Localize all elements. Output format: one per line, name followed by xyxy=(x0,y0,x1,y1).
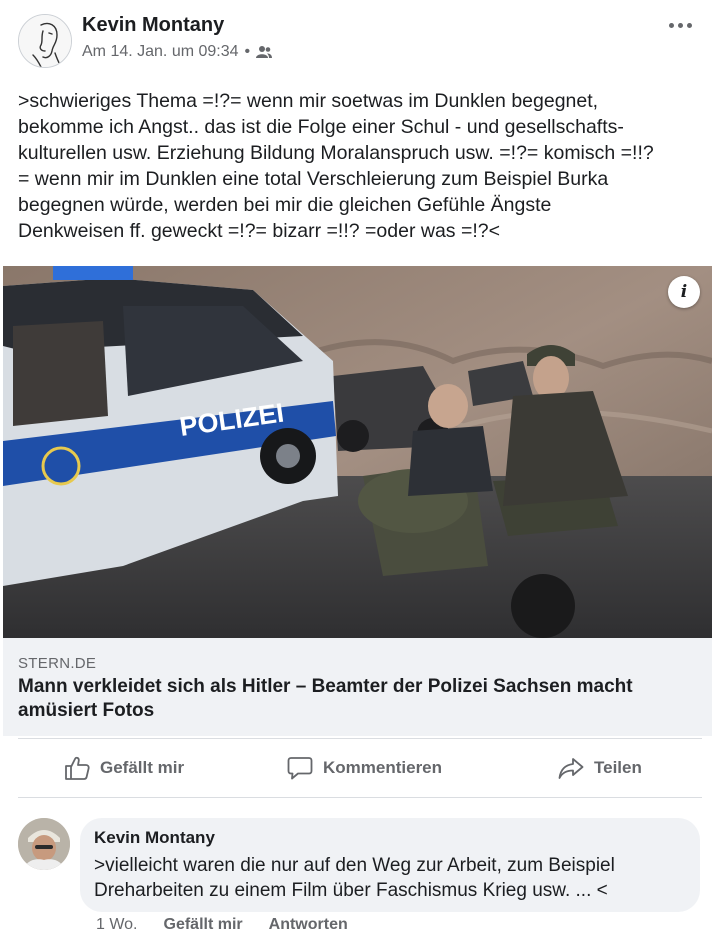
info-button[interactable]: i xyxy=(668,276,700,308)
post-meta: Am 14. Jan. um 09:34 • xyxy=(82,43,273,61)
post-action-bar: Gefällt mir Kommentieren Teilen xyxy=(0,740,715,796)
news-photo: POLIZEI xyxy=(3,266,712,638)
more-options-button[interactable] xyxy=(663,12,697,38)
post-author-name[interactable]: Kevin Montany xyxy=(82,14,224,37)
comment-age[interactable]: 1 Wo. xyxy=(96,916,138,934)
share-label: Teilen xyxy=(594,758,642,777)
author-avatar[interactable] xyxy=(18,14,72,68)
share-button[interactable]: Teilen xyxy=(558,740,642,796)
comment-button[interactable]: Kommentieren xyxy=(287,740,442,796)
speech-bubble-icon xyxy=(287,757,313,780)
share-arrow-icon xyxy=(558,758,584,779)
post-timestamp[interactable]: Am 14. Jan. um 09:34 xyxy=(82,43,239,61)
post-text: >schwieriges Thema =!?= wenn mir soetwas… xyxy=(18,90,654,242)
more-dot-icon xyxy=(686,22,692,28)
like-button[interactable]: Gefällt mir xyxy=(64,740,184,796)
comment-like-link[interactable]: Gefällt mir xyxy=(164,916,243,934)
like-label: Gefällt mir xyxy=(100,758,185,777)
divider xyxy=(18,738,702,739)
comment-author[interactable]: Kevin Montany xyxy=(94,828,215,848)
meta-separator: • xyxy=(244,43,251,60)
thumbs-up-icon xyxy=(65,756,90,780)
link-preview-meta[interactable]: STERN.DE Mann verkleidet sich als Hitler… xyxy=(3,638,712,736)
link-title[interactable]: Mann verkleidet sich als Hitler – Beamte… xyxy=(18,675,698,723)
comment-label: Kommentieren xyxy=(323,758,443,777)
post-header: Kevin Montany Am 14. Jan. um 09:34 • xyxy=(0,0,715,80)
friends-icon[interactable] xyxy=(256,45,273,59)
user-photo-icon xyxy=(18,818,70,870)
link-domain: STERN.DE xyxy=(18,655,97,672)
link-preview-image[interactable]: POLIZEI i xyxy=(3,266,712,638)
comment-text: >vielleicht waren die nur auf den Weg zu… xyxy=(94,855,615,901)
divider xyxy=(18,797,702,798)
comment-bubble: Kevin Montany >vielleicht waren die nur … xyxy=(80,818,700,912)
comment-reply-link[interactable]: Antworten xyxy=(269,916,348,934)
commenter-avatar[interactable] xyxy=(18,818,70,870)
more-dot-icon xyxy=(677,22,683,28)
sketch-portrait-icon xyxy=(19,15,71,67)
comment-meta: 1 Wo. Gefällt mir Antworten xyxy=(96,916,348,934)
more-dot-icon xyxy=(668,22,674,28)
